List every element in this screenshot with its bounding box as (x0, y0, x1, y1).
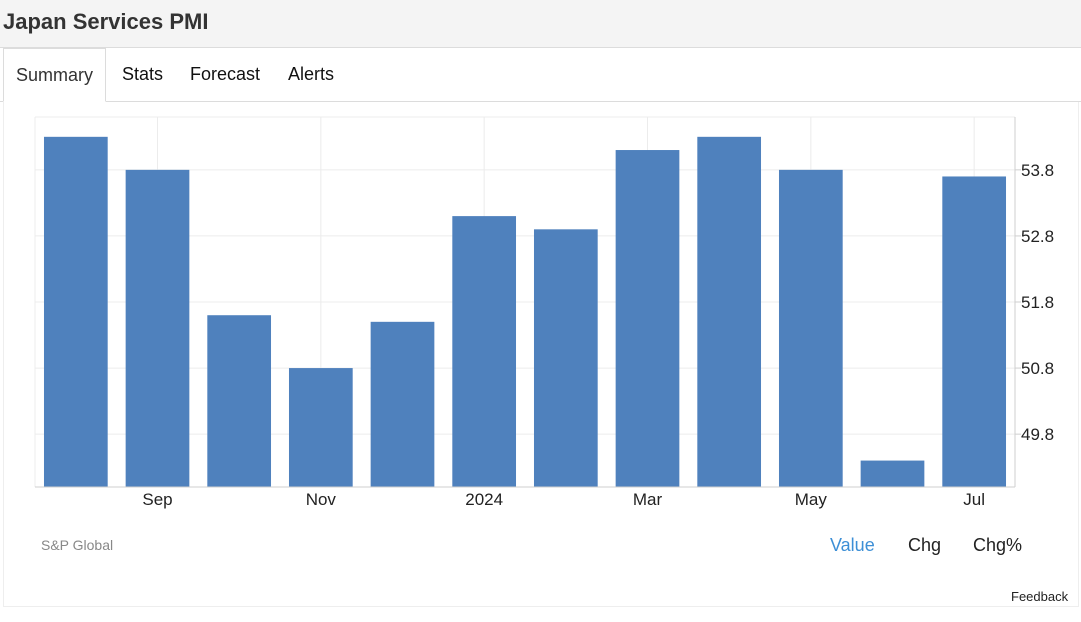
bar (942, 176, 1007, 487)
bar (125, 169, 190, 487)
bar-chart: 49.8 50.8 51.8 52.8 53.8 Sep Nov 2024 Mar May Jul (34, 116, 1054, 509)
source-label: S&P Global (41, 537, 114, 553)
y-tick-label: 50.8 (1021, 359, 1054, 378)
toggle-chg-percent[interactable]: Chg% (973, 535, 1022, 556)
y-tick-label: 49.8 (1021, 425, 1054, 444)
bar (43, 136, 108, 488)
bar (452, 216, 517, 487)
bar (615, 150, 680, 488)
bar (860, 460, 925, 487)
x-tick-label: Jul (963, 490, 985, 509)
bar (533, 229, 598, 488)
bar (778, 169, 843, 487)
toggle-value[interactable]: Value (830, 535, 875, 556)
feedback-link[interactable]: Feedback (1011, 589, 1068, 604)
y-tick-label: 52.8 (1021, 227, 1054, 246)
x-tick-label: Nov (306, 490, 337, 509)
bar (370, 321, 435, 487)
bar (288, 368, 353, 487)
y-tick-label: 51.8 (1021, 293, 1054, 312)
bar (697, 136, 762, 488)
x-tick-label: Mar (633, 490, 663, 509)
x-tick-label: May (795, 490, 828, 509)
y-tick-label: 53.8 (1021, 161, 1054, 180)
toggle-chg[interactable]: Chg (908, 535, 941, 556)
x-tick-label: Sep (142, 490, 172, 509)
bar (207, 315, 272, 487)
x-tick-label: 2024 (465, 490, 503, 509)
